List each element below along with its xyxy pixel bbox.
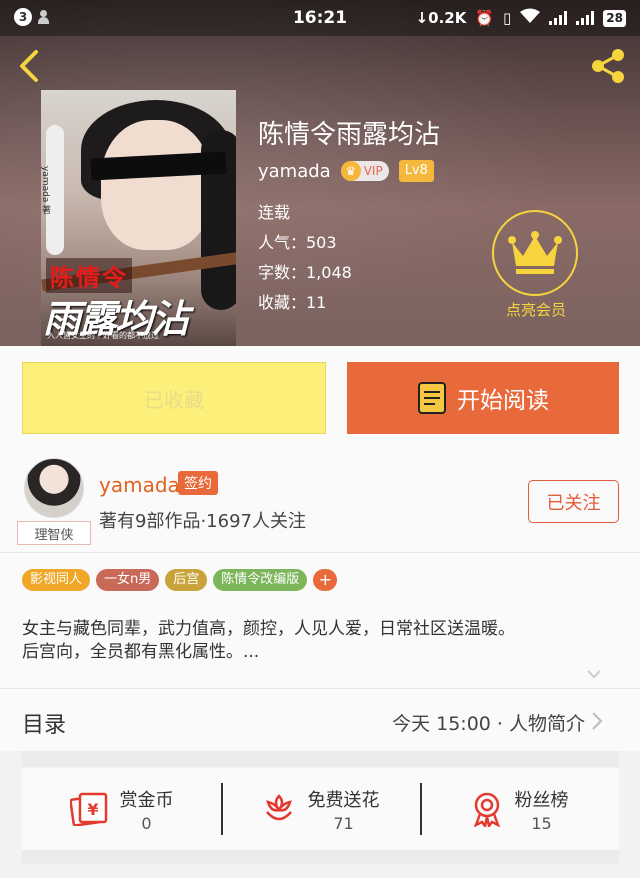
- wifi-icon: [520, 8, 541, 28]
- level-badge: Lv8: [398, 160, 434, 182]
- status-bar: 3 16:21 ↓0.2K ⏰ ▯ 28: [0, 0, 640, 36]
- alarm-icon: ⏰: [475, 9, 495, 27]
- send-flower-button[interactable]: 免费送花 71: [221, 783, 420, 835]
- book-cover[interactable]: yamada 著 陈情令 雨露均沾 入人皆女主的｜好看的都不放过: [41, 90, 236, 346]
- popularity: 人气：503: [258, 233, 337, 252]
- book-description[interactable]: 女主与藏色同辈，武力值高，颜控，人见人爱，日常社区送温暖。 后宫向，全员都有黑化…: [22, 618, 612, 664]
- table-of-contents-row[interactable]: 目录 今天 15:00 · 人物简介: [0, 689, 640, 751]
- follow-button[interactable]: 已关注: [528, 480, 619, 523]
- flower-icon: [265, 794, 292, 821]
- book-title: 陈情令雨露均沾: [258, 120, 441, 150]
- share-icon: [592, 49, 624, 83]
- medal-icon: [473, 792, 500, 827]
- author-section: 理智侠 yamada 签约 著有9部作品·1697人关注 已关注 影视同人 一女…: [0, 448, 640, 688]
- writer-stats: 著有9部作品·1697人关注: [99, 511, 306, 532]
- latest-chapter: 今天 15:00 · 人物简介: [392, 713, 585, 735]
- download-speed: ↓0.2K: [415, 9, 467, 27]
- coin-envelope-icon: ¥: [69, 792, 107, 826]
- collected-button[interactable]: 已收藏: [22, 362, 326, 434]
- stat-label: 粉丝榜: [514, 789, 569, 811]
- favorite-count: 收藏：11: [258, 293, 327, 312]
- vibrate-icon: ▯: [503, 9, 512, 27]
- word-count: 字数：1,048: [258, 263, 352, 282]
- reward-coins-button[interactable]: ¥ 赏金币 0: [22, 783, 221, 835]
- chevron-down-icon[interactable]: [586, 666, 602, 682]
- tag-list: 影视同人 一女n男 后宫 陈情令改编版 +: [22, 569, 338, 591]
- stat-label: 免费送花: [307, 789, 380, 811]
- signal-icon-1: [549, 11, 568, 25]
- book-icon: [418, 382, 446, 414]
- stat-value: 0: [141, 813, 152, 833]
- tag-item[interactable]: 后宫: [165, 569, 208, 591]
- signed-badge: 签约: [178, 471, 218, 495]
- svg-text:¥: ¥: [87, 800, 98, 819]
- stats-bar: ¥ 赏金币 0 免费送花 71 粉丝榜 15: [22, 768, 619, 850]
- share-button[interactable]: [588, 46, 628, 86]
- toc-label: 目录: [22, 713, 67, 738]
- chevron-left-icon: [20, 50, 38, 82]
- author-avatar[interactable]: [24, 458, 84, 518]
- back-button[interactable]: [14, 46, 44, 86]
- battery-icon: 28: [603, 9, 626, 27]
- stat-value: 15: [531, 813, 552, 833]
- serial-status: 连载: [258, 203, 291, 222]
- fan-ranking-button[interactable]: 粉丝榜 15: [420, 783, 619, 835]
- cover-subtitle: 入人皆女主的｜好看的都不放过: [47, 331, 159, 340]
- crown-icon: ♛: [340, 161, 361, 181]
- cover-author-tag: yamada 著: [41, 125, 64, 255]
- author-row: yamada ♛ VIP Lv8: [258, 160, 434, 182]
- author-name[interactable]: yamada: [258, 161, 331, 182]
- start-reading-button[interactable]: 开始阅读: [347, 362, 619, 434]
- chevron-right-icon: [592, 712, 603, 730]
- stat-value: 71: [333, 813, 354, 833]
- writer-name[interactable]: yamada: [99, 473, 180, 497]
- signal-icon-2: [576, 11, 595, 25]
- member-crown-icon: [492, 210, 578, 296]
- add-tag-button[interactable]: +: [313, 569, 338, 591]
- member-label: 点亮会员: [505, 301, 566, 319]
- vip-badge: ♛ VIP: [340, 161, 389, 181]
- tag-item[interactable]: 影视同人: [22, 569, 91, 591]
- tag-item[interactable]: 一女n男: [96, 569, 160, 591]
- stat-label: 赏金币: [119, 789, 174, 811]
- activate-membership-button[interactable]: 点亮会员: [492, 210, 580, 320]
- avatar-title-badge: 理智侠: [17, 521, 91, 545]
- tag-item[interactable]: 陈情令改编版: [213, 569, 308, 591]
- book-header: 3 16:21 ↓0.2K ⏰ ▯ 28 yamada 著 陈情令 雨露均沾 入…: [0, 0, 640, 346]
